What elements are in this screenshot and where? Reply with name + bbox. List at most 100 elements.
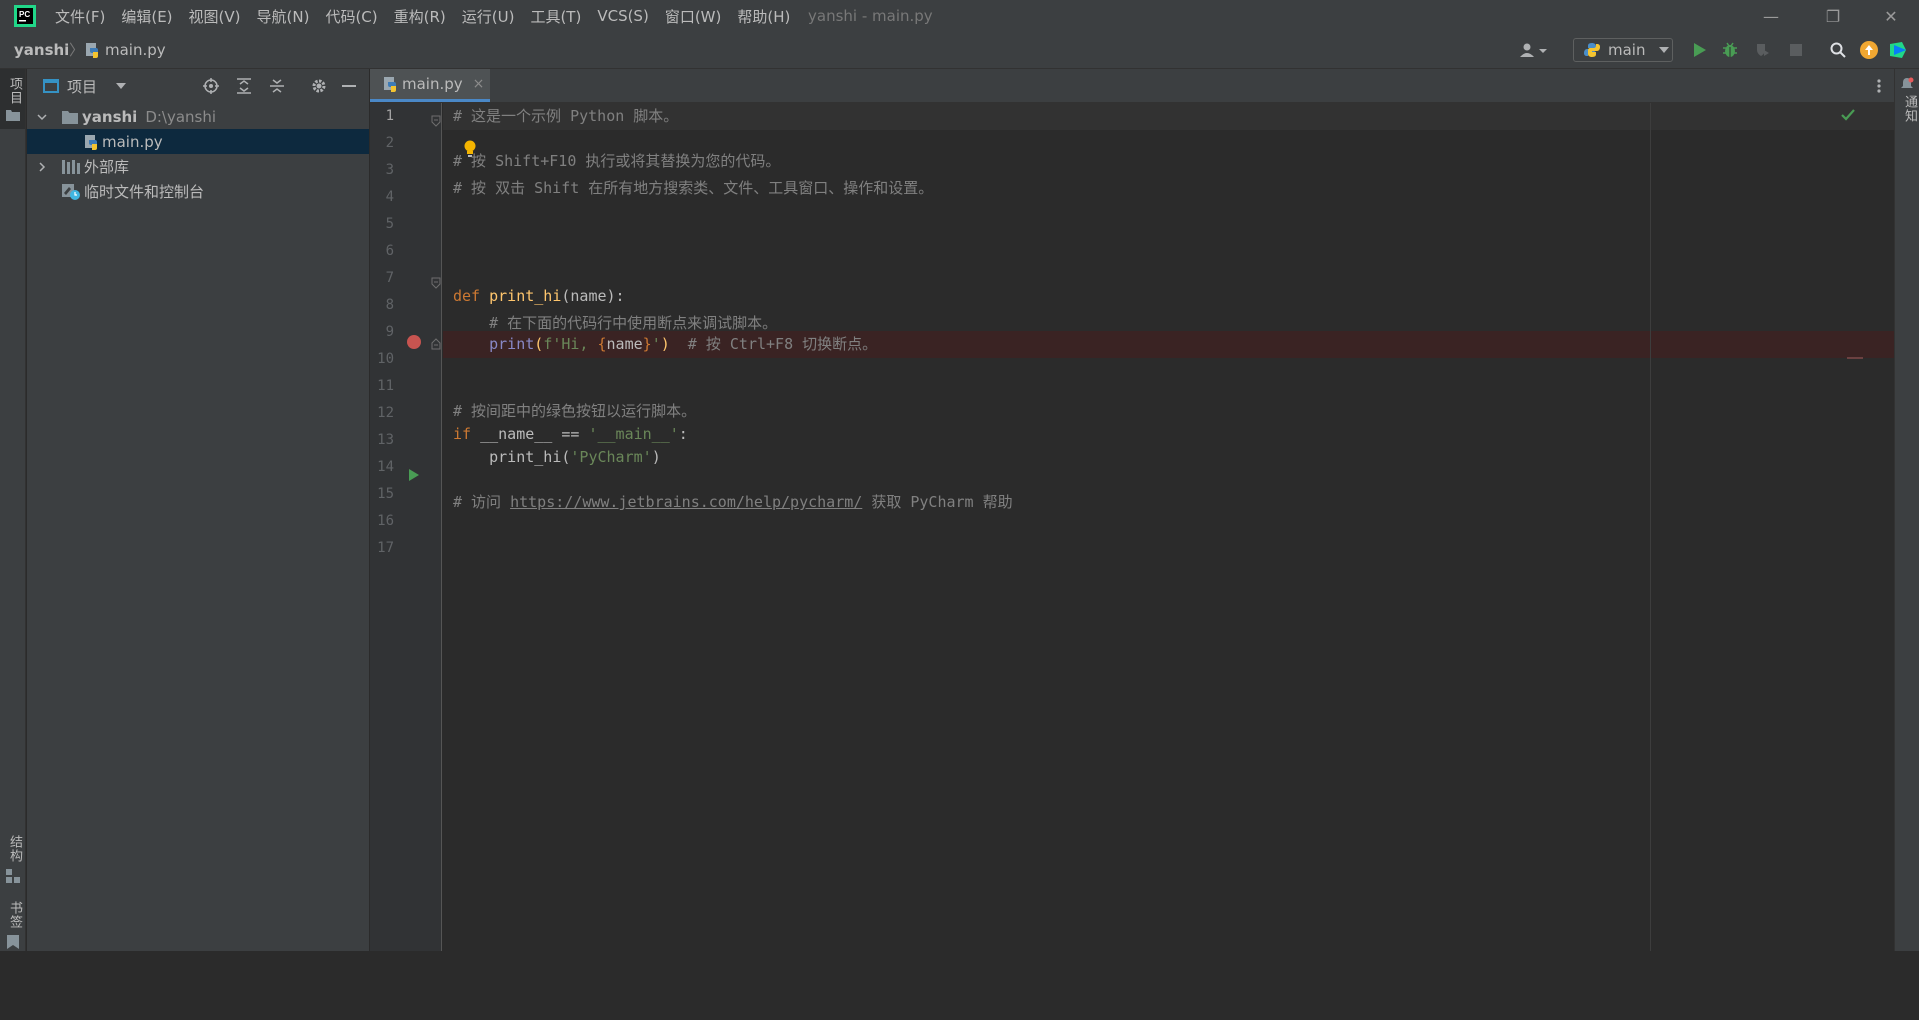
menu-help[interactable]: 帮助(H) [737,6,790,27]
check-icon[interactable] [1841,109,1855,121]
right-margin-guide [1650,103,1651,951]
structure-tool-window-button[interactable]: 结构 [0,833,25,893]
brace: } [642,335,652,353]
menu-vcs[interactable]: VCS(S) [597,7,648,25]
chevron-down-icon[interactable] [116,83,126,89]
tab-close-icon[interactable]: × [473,76,485,92]
menu-navigate[interactable]: 导航(N) [257,6,310,27]
project-tool-window-button[interactable]: 项目 [0,69,25,129]
chevron-down-icon [1659,47,1670,53]
library-icon [62,159,80,174]
python-file-icon [86,43,98,58]
error-stripe-mark[interactable] [1847,357,1863,359]
fold-icon[interactable] [431,277,441,289]
code-text: print_hi( [453,448,571,466]
line-number: 1 [385,108,394,124]
tree-row-project-root[interactable]: yanshi D:\yanshi [27,104,369,129]
fold-end-icon[interactable] [431,338,441,350]
notifications-tool-window-button[interactable]: 通知 [1895,77,1919,137]
update-icon[interactable] [1857,32,1881,68]
project-view-icon [43,79,59,93]
line-number: 8 [385,297,394,313]
code-area[interactable]: # 这是一个示例 Python 脚本。 # 按 Shift+F10 执行或将其替… [443,103,1894,951]
breadcrumb-file[interactable]: main.py [105,32,166,68]
line-number: 13 [377,432,394,448]
project-panel: 项目 yanshi D:\yanshi main.py 外部库 临时文件和控制台 [27,69,370,951]
run-configuration-selector[interactable]: main [1573,38,1673,62]
chevron-right-icon[interactable] [37,161,47,172]
run-configuration-name: main [1608,41,1646,59]
line-number: 15 [377,486,394,502]
chevron-down-icon[interactable] [37,112,47,122]
tab-main-py[interactable]: main.py × [370,69,490,102]
svg-text:PC: PC [19,10,30,19]
breadcrumb-project[interactable]: yanshi [14,32,69,68]
menu-edit[interactable]: 编辑(E) [121,6,172,27]
search-icon[interactable] [1826,32,1850,68]
code-text: __name__ == [471,425,589,443]
menu-code[interactable]: 代码(C) [325,6,377,27]
project-panel-title[interactable]: 项目 [67,76,97,97]
editor: main.py × 1 2 3 4 5 6 7 8 9 10 11 12 13 … [370,69,1894,1020]
restore-button[interactable]: ❐ [1808,0,1858,32]
tree-row-main-py[interactable]: main.py [27,129,369,154]
code-text: : [678,425,688,443]
code-text: ) [660,335,670,353]
line-number: 11 [377,378,394,394]
collapse-all-icon[interactable] [269,78,285,94]
toolbox-icon[interactable] [1886,32,1910,68]
breakpoint-icon[interactable] [406,334,422,350]
code-line: # 访问 https://www.jetbrains.com/help/pych… [453,489,1013,516]
help-link[interactable]: https://www.jetbrains.com/help/pycharm/ [510,493,862,511]
tree-row-external-libraries[interactable]: 外部库 [27,154,369,179]
locate-icon[interactable] [203,78,219,94]
bell-icon [1901,77,1914,88]
more-icon[interactable] [1877,78,1881,94]
hide-panel-icon[interactable] [342,85,356,87]
editor-tab-bar: main.py × [370,69,1894,103]
fold-icon[interactable] [431,115,441,127]
menu-tools[interactable]: 工具(T) [530,6,581,27]
python-file-icon [384,77,396,92]
pycharm-logo-icon[interactable]: PC [14,5,36,27]
gear-icon[interactable] [311,78,327,94]
menu-refactor[interactable]: 重构(R) [394,6,446,27]
tree-row-scratches[interactable]: 临时文件和控制台 [27,179,369,204]
folder-icon [62,110,78,124]
code-line: # 按 Shift+F10 执行或将其替换为您的代码。 [453,152,781,170]
code-text: (name): [561,287,625,305]
close-button[interactable]: ✕ [1866,0,1916,32]
stop-icon[interactable] [1784,32,1808,68]
menu-file[interactable]: 文件(F) [55,6,105,27]
menu-window[interactable]: 窗口(W) [665,6,722,27]
python-icon [1584,43,1600,57]
run-icon[interactable] [1688,32,1712,68]
menu-view[interactable]: 视图(V) [189,6,241,27]
line-number: 16 [377,513,394,529]
function-name: print_hi [489,287,562,305]
bookmarks-tool-window-button[interactable]: 书签 [0,899,25,951]
horizontal-scrollbar[interactable] [370,1001,1894,1020]
menu-run[interactable]: 运行(U) [462,6,515,27]
folder-icon [6,110,20,121]
title-bar: PC 文件(F) 编辑(E) 视图(V) 导航(N) 代码(C) 重构(R) 运… [0,0,1919,32]
expand-all-icon[interactable] [236,78,252,94]
line-number: 7 [385,270,394,286]
minimize-button[interactable]: — [1746,0,1796,32]
code-text: ) [651,448,661,466]
right-tool-strip: 通知 [1894,69,1919,951]
builtin-name: print [489,335,535,353]
bookmark-icon [7,935,19,949]
debug-icon[interactable] [1718,32,1742,68]
tree-file-name: main.py [102,132,163,151]
structure-tool-label: 结构 [7,835,22,863]
editor-gutter: 1 2 3 4 5 6 7 8 9 10 11 12 13 14 15 16 1… [370,103,442,951]
line-number: 17 [377,540,394,556]
run-gutter-icon[interactable] [408,468,420,482]
project-tool-label: 项目 [7,77,22,105]
user-icon[interactable] [1516,32,1552,68]
coverage-icon[interactable] [1750,32,1774,68]
scratch-icon [62,183,80,200]
code-line: def print_hi(name): [453,283,625,310]
